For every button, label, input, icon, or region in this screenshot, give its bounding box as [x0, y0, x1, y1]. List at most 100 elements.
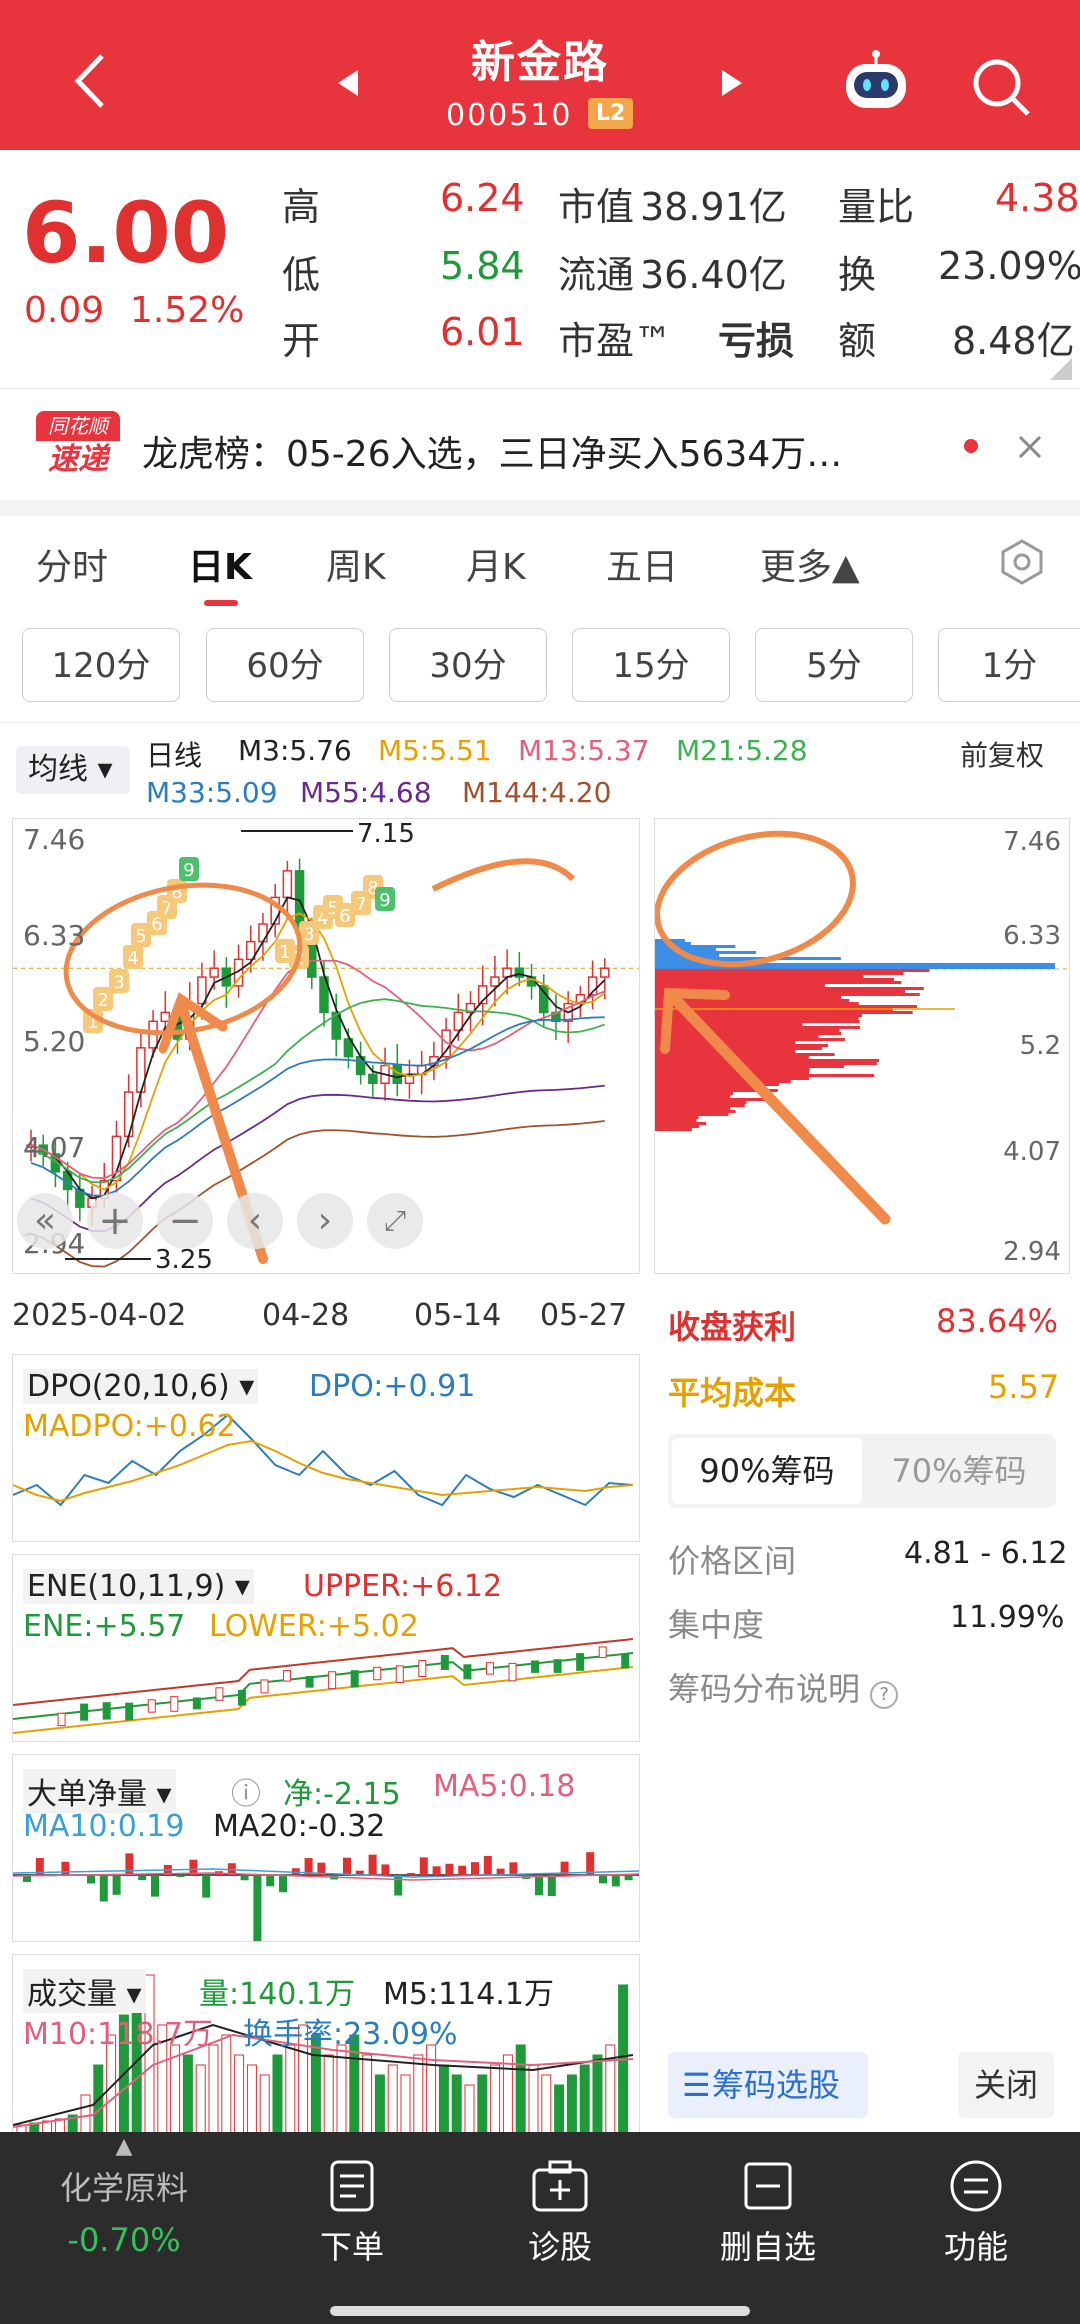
bigorder-panel[interactable]: 大单净量 ▾ ⓘ 净:-2.15 MA5:0.18 MA10:0.19 MA20…: [12, 1754, 640, 1952]
chip-bar-loss: [655, 1020, 860, 1023]
chip-bar-loss: [655, 1074, 875, 1077]
chip-help-link[interactable]: 筹码分布说明 ?: [668, 1664, 899, 1710]
diagnose-button[interactable]: 诊股: [452, 2132, 668, 2268]
chip-bar-profit: [655, 945, 736, 948]
ma-period-label: 日线: [146, 739, 203, 772]
bigorder-bar: [407, 1873, 415, 1875]
period-15m[interactable]: 15分: [572, 628, 730, 702]
high-label: 高: [282, 185, 321, 229]
chip-bar-loss: [655, 1113, 729, 1116]
scroll-left-icon[interactable]: ‹: [227, 1193, 283, 1249]
period-1m[interactable]: 1分: [938, 628, 1080, 702]
bigorder-bar: [624, 1875, 633, 1881]
tab-weekly-k[interactable]: 周K: [326, 538, 386, 590]
bigorder-selector[interactable]: 大单净量 ▾: [23, 1769, 176, 1813]
volume-bar: [208, 2044, 219, 2136]
volume-bar: [362, 2054, 373, 2136]
chip-bar-loss: [655, 1071, 809, 1074]
madpo-value: MADPO:+0.62: [23, 1409, 236, 1444]
bigorder-bar: [112, 1875, 121, 1895]
volume-panel[interactable]: 成交量 ▾ 量:140.1万 M5:114.1万 M10:118.7万 换手率:…: [12, 1954, 640, 2136]
adjust-mode[interactable]: 前复权: [960, 734, 1044, 774]
avg-cost-label: 平均成本: [668, 1374, 797, 1412]
period-5m[interactable]: 5分: [755, 628, 913, 702]
dpo-panel[interactable]: DPO(20,10,6) ▾ DPO:+0.91 MADPO:+0.62: [12, 1354, 640, 1542]
scroll-right-icon[interactable]: ›: [297, 1193, 353, 1249]
chip-bar-loss: [655, 1038, 845, 1041]
news-ticker[interactable]: 同花顺 速递 龙虎榜：05-26入选，三日净买入5634万…: [0, 388, 1080, 499]
chip-bar-loss: [655, 1095, 731, 1098]
tab-intraday[interactable]: 分时: [36, 538, 108, 590]
volratio-label: 量比: [838, 185, 915, 229]
chip-select-button[interactable]: ☰筹码选股: [668, 2052, 868, 2118]
ma-selector[interactable]: 均线 ▾: [16, 746, 130, 794]
ene-candle: [350, 1670, 359, 1688]
stock-code: 000510: [446, 98, 573, 133]
tab-five-day[interactable]: 五日: [606, 538, 678, 590]
ene-selector[interactable]: ENE(10,11,9) ▾: [23, 1569, 254, 1604]
period-120m[interactable]: 120分: [22, 628, 180, 702]
kline-panel[interactable]: 123456789123456789 7.46 6.33 5.20 4.07 2…: [12, 818, 640, 1275]
chip-y-tick: 4.07: [1003, 1137, 1061, 1167]
ene-panel[interactable]: ENE(10,11,9) ▾ UPPER:+6.12 ENE:+5.57 LOW…: [12, 1554, 640, 1742]
zoom-in-icon[interactable]: +: [87, 1193, 143, 1249]
tab-chip-90[interactable]: 90%筹码: [672, 1438, 862, 1504]
robot-assistant-icon[interactable]: [840, 48, 912, 114]
period-60m[interactable]: 60分: [206, 628, 364, 702]
tab-chip-70[interactable]: 70%筹码: [864, 1438, 1054, 1504]
tab-more[interactable]: 更多▲: [760, 538, 860, 590]
bigorder-bar: [202, 1875, 211, 1898]
volume-bar: [528, 2064, 539, 2136]
chip-close-button[interactable]: 关闭: [958, 2052, 1054, 2118]
news-text[interactable]: 龙虎榜：05-26入选，三日净买入5634万…: [142, 425, 842, 477]
zoom-out-icon[interactable]: −: [157, 1193, 213, 1249]
chip-bar-loss: [655, 969, 930, 972]
x-tick: 2025-04-02: [12, 1298, 187, 1333]
chip-bar-loss: [655, 1044, 829, 1047]
x-tick: 05-14: [414, 1298, 502, 1333]
volume-bar: [144, 1974, 155, 2136]
bigorder-bar: [151, 1875, 159, 1897]
chip-y-tick: 5.2: [1019, 1031, 1061, 1061]
ene-candle: [102, 1702, 111, 1720]
rewind-icon[interactable]: «: [17, 1193, 73, 1249]
nine-turn-label: 3: [303, 924, 314, 945]
settings-icon[interactable]: [998, 538, 1046, 586]
volume-bar: [323, 2054, 334, 2136]
bigorder-ma5: MA5:0.18: [433, 1769, 576, 1804]
ene-candle: [328, 1671, 337, 1690]
dpo-selector[interactable]: DPO(20,10,6) ▾: [23, 1369, 259, 1404]
ene-candle: [440, 1654, 449, 1670]
volume-bar: [195, 2064, 206, 2136]
concentration-label: 集中度: [668, 1606, 765, 1644]
bigorder-bar: [483, 1855, 492, 1875]
ma55-value: M55:4.68: [300, 776, 432, 809]
help-icon[interactable]: ⓘ: [231, 1769, 261, 1813]
stock-name: 新金路: [471, 37, 609, 88]
ene-candle: [237, 1689, 246, 1706]
volume-bar: [566, 2074, 577, 2136]
tab-monthly-k[interactable]: 月K: [466, 538, 526, 590]
volume-selector[interactable]: 成交量 ▾: [23, 1969, 146, 2013]
chip-distribution-panel[interactable]: 7.46 6.33 5.2 4.07 2.94: [654, 818, 1070, 1274]
order-button[interactable]: 下单: [244, 2132, 460, 2268]
search-icon[interactable]: [970, 56, 1032, 118]
tab-daily-k[interactable]: 日K: [188, 538, 252, 590]
chip-bar-loss: [655, 1119, 697, 1122]
chip-bar-loss: [655, 1068, 810, 1071]
chip-bar-loss: [655, 975, 864, 978]
help-icon: ?: [870, 1681, 899, 1709]
function-button[interactable]: 功能: [868, 2132, 1080, 2268]
next-stock-icon[interactable]: [720, 68, 744, 98]
amount-value: 8.48亿: [952, 319, 1075, 363]
expand-corner-icon[interactable]: [1050, 358, 1072, 380]
list-icon: ☰: [682, 2066, 711, 2104]
chip-bar-profit: [655, 957, 841, 960]
volume-bar: [490, 2064, 501, 2136]
sector-item[interactable]: ▲ 化学原料 -0.70%: [16, 2132, 232, 2259]
fullscreen-icon[interactable]: ⤢: [367, 1193, 423, 1249]
remove-watchlist-button[interactable]: 删自选: [660, 2132, 876, 2268]
period-30m[interactable]: 30分: [389, 628, 547, 702]
candle: [514, 967, 525, 978]
close-icon[interactable]: [1018, 435, 1042, 459]
